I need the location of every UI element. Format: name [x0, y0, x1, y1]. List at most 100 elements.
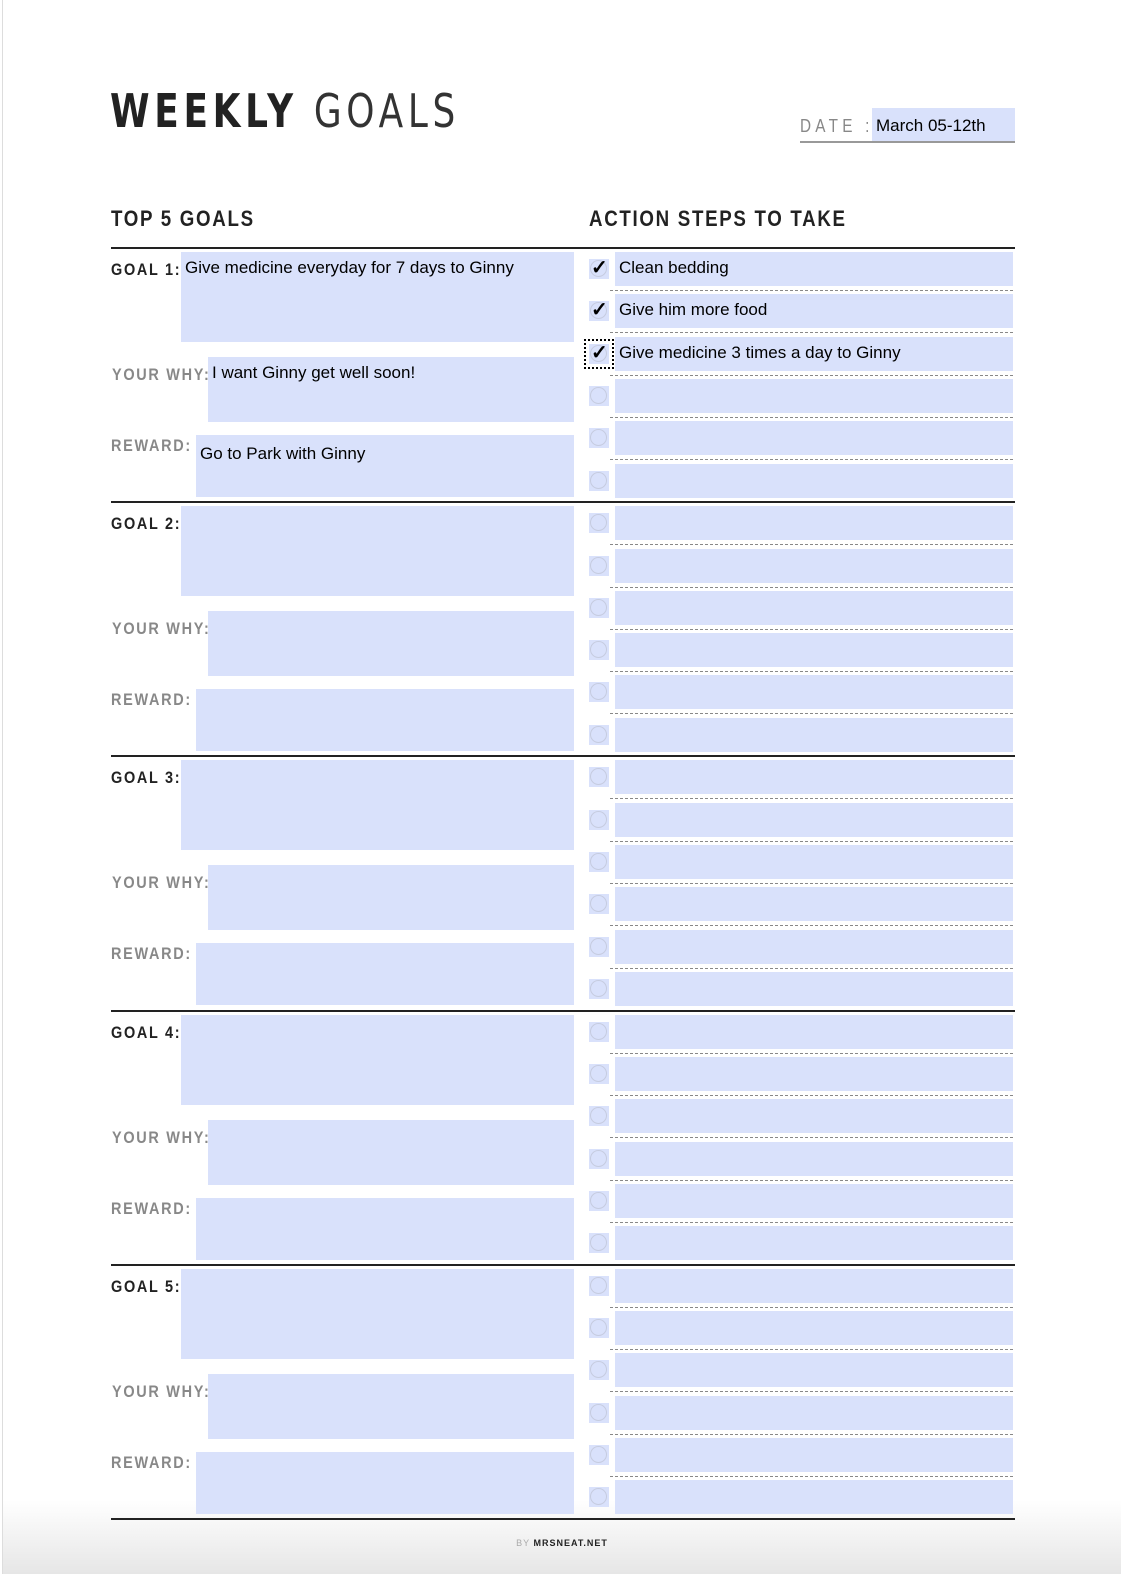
- reward-field[interactable]: [196, 943, 574, 1006]
- step-field[interactable]: Give medicine 3 times a day to Ginny: [615, 336, 1013, 371]
- step-checkbox[interactable]: [589, 978, 609, 999]
- step-field[interactable]: [615, 1099, 1013, 1134]
- step-field[interactable]: [615, 1014, 1013, 1049]
- step-field[interactable]: [615, 929, 1013, 964]
- reward-field[interactable]: [196, 689, 574, 752]
- step-field[interactable]: [615, 802, 1013, 837]
- step-field[interactable]: [615, 633, 1013, 668]
- footer: BY MRSNEAT.NET: [3, 1538, 1121, 1548]
- goal-label: GOAL 1:: [111, 260, 182, 279]
- check-icon: ✓: [591, 257, 608, 279]
- step-checkbox[interactable]: [589, 1233, 609, 1254]
- step-checkbox[interactable]: [589, 936, 609, 957]
- step-divider: [610, 967, 1013, 969]
- step-checkbox[interactable]: [589, 1360, 609, 1381]
- step-checkbox[interactable]: [589, 809, 609, 830]
- step-field[interactable]: [615, 1480, 1013, 1515]
- step-field[interactable]: [615, 717, 1013, 752]
- step-checkbox[interactable]: ✓: [584, 338, 614, 369]
- step-divider: [610, 1179, 1013, 1181]
- goal-field[interactable]: Give medicine everyday for 7 days to Gin…: [181, 252, 574, 342]
- step-field[interactable]: [615, 971, 1013, 1006]
- why-label: YOUR WHY:: [112, 619, 211, 639]
- reward-label: REWARD:: [111, 944, 192, 964]
- step-divider: [610, 586, 1013, 588]
- step-checkbox[interactable]: [589, 470, 609, 491]
- step-field[interactable]: [615, 548, 1013, 583]
- reward-label: REWARD:: [111, 1452, 192, 1472]
- step-field[interactable]: [615, 1141, 1013, 1176]
- step-field[interactable]: [615, 1183, 1013, 1218]
- why-field[interactable]: I want Ginny get well soon!: [208, 357, 574, 422]
- reward-field[interactable]: [196, 1451, 574, 1514]
- step-checkbox[interactable]: [589, 1190, 609, 1211]
- step-field[interactable]: [615, 421, 1013, 456]
- step-field[interactable]: [615, 1268, 1013, 1303]
- goal-field[interactable]: [181, 506, 574, 597]
- step-divider: [610, 713, 1013, 715]
- step-field[interactable]: Give him more food: [615, 294, 1013, 329]
- step-field[interactable]: [615, 887, 1013, 922]
- why-field[interactable]: [208, 1373, 574, 1439]
- goal-field[interactable]: [181, 1268, 574, 1359]
- goal-label: GOAL 5:: [111, 1276, 182, 1296]
- step-checkbox[interactable]: [589, 682, 609, 703]
- date-field[interactable]: March 05-12th: [872, 108, 1015, 141]
- reward-field[interactable]: [196, 1197, 574, 1260]
- date-underline: [800, 141, 1015, 143]
- step-field[interactable]: [615, 845, 1013, 879]
- section-divider: [111, 247, 1015, 249]
- step-checkbox[interactable]: [589, 1148, 609, 1169]
- step-checkbox[interactable]: [589, 852, 609, 872]
- step-field[interactable]: [615, 1226, 1013, 1261]
- step-checkbox[interactable]: ✓: [589, 299, 609, 322]
- why-field[interactable]: [208, 865, 574, 931]
- step-checkbox[interactable]: [589, 1487, 609, 1508]
- step-checkbox[interactable]: [589, 513, 609, 534]
- step-checkbox[interactable]: ✓: [589, 257, 609, 279]
- step-field[interactable]: [615, 675, 1013, 710]
- section-divider: [111, 1263, 1015, 1266]
- step-field[interactable]: [615, 378, 1013, 413]
- step-checkbox[interactable]: [589, 1106, 609, 1127]
- step-field[interactable]: [615, 1438, 1013, 1472]
- step-checkbox[interactable]: [589, 1275, 609, 1296]
- step-divider: [610, 671, 1013, 673]
- step-field[interactable]: [615, 463, 1013, 498]
- step-checkbox[interactable]: [589, 385, 609, 406]
- step-checkbox[interactable]: [589, 1063, 609, 1084]
- step-field[interactable]: [615, 1395, 1013, 1430]
- step-checkbox[interactable]: [589, 1445, 609, 1465]
- step-checkbox[interactable]: [589, 640, 609, 661]
- checkbox-circle: [590, 1149, 607, 1167]
- step-field[interactable]: [615, 1353, 1013, 1388]
- why-field[interactable]: [208, 1119, 574, 1185]
- checkbox-circle: [590, 471, 607, 489]
- step-checkbox[interactable]: [589, 597, 609, 618]
- step-checkbox[interactable]: [589, 555, 609, 576]
- step-divider: [610, 1094, 1013, 1096]
- step-field[interactable]: [615, 1311, 1013, 1346]
- step-checkbox[interactable]: [589, 1402, 609, 1423]
- goal-field[interactable]: [181, 760, 574, 851]
- check-icon: ✓: [591, 341, 608, 364]
- step-field[interactable]: [615, 1056, 1013, 1091]
- date-label: DATE :: [800, 116, 874, 136]
- goal-label: GOAL 2:: [111, 514, 182, 534]
- step-checkbox[interactable]: [589, 894, 609, 915]
- step-field[interactable]: [615, 760, 1013, 795]
- step-field[interactable]: [615, 506, 1013, 541]
- step-divider: [610, 332, 1013, 334]
- why-field[interactable]: [208, 611, 574, 677]
- step-checkbox[interactable]: [589, 428, 609, 449]
- title-bold: WEEKLY: [110, 84, 298, 138]
- step-field[interactable]: Clean bedding: [615, 252, 1013, 286]
- reward-field[interactable]: Go to Park with Ginny: [196, 435, 574, 497]
- step-checkbox[interactable]: [589, 724, 609, 745]
- step-checkbox[interactable]: [589, 1021, 609, 1042]
- step-checkbox[interactable]: [589, 1318, 609, 1339]
- step-field[interactable]: [615, 590, 1013, 625]
- checkbox-circle: [590, 1234, 607, 1252]
- goal-field[interactable]: [181, 1014, 574, 1105]
- step-checkbox[interactable]: [589, 767, 609, 788]
